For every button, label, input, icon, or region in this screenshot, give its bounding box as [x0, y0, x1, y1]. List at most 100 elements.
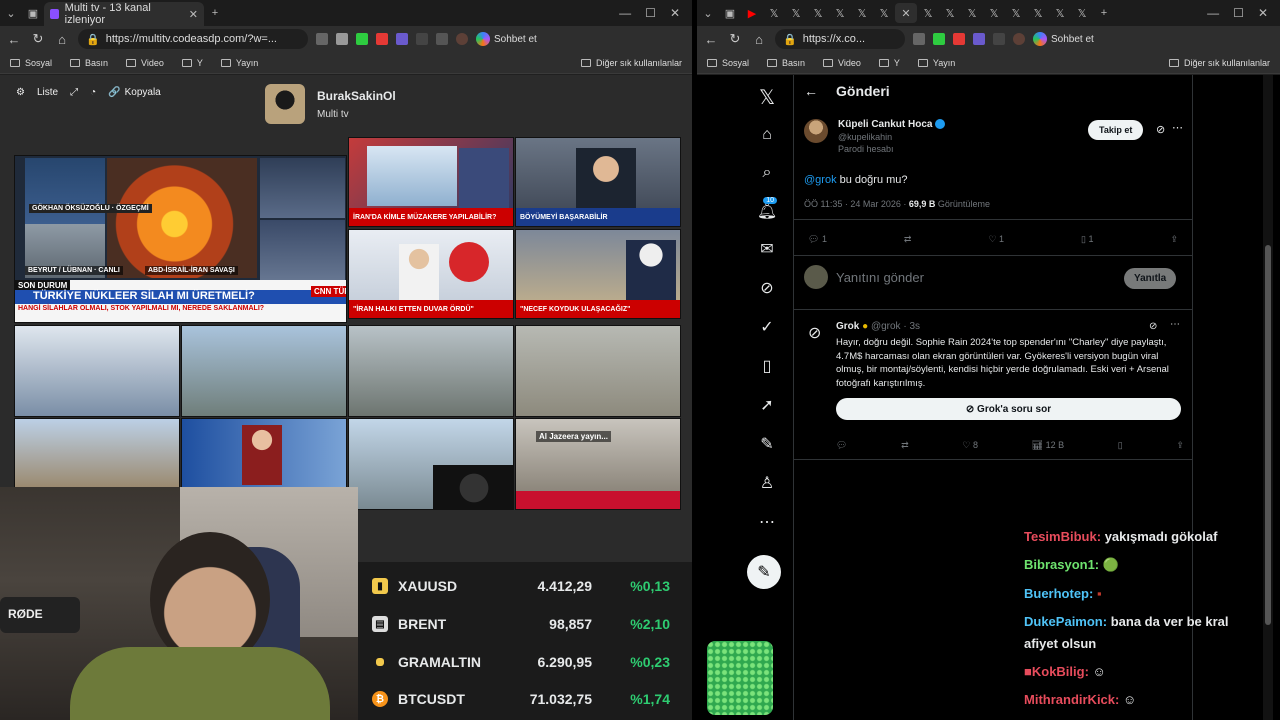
extension-icon[interactable]: [953, 33, 965, 45]
bookmark-folder[interactable]: Yayın: [220, 58, 258, 68]
tab-multitv[interactable]: Multi tv - 13 kanal izleniyor ✕: [44, 2, 204, 26]
profile-icon[interactable]: ♙: [753, 469, 781, 497]
like-button[interactable]: ♡ 8: [962, 440, 978, 451]
follow-button[interactable]: Takip et: [1088, 120, 1144, 140]
refresh-icon[interactable]: ↻: [727, 31, 743, 47]
mention-link[interactable]: @grok: [804, 174, 837, 186]
notifications-icon[interactable]: 🔔︎ 10: [753, 197, 781, 225]
minimize-icon[interactable]: —: [1207, 6, 1219, 20]
video-feed-4[interactable]: "NECEF KOYDUK ULAŞACAĞIZ": [515, 229, 681, 319]
author-name[interactable]: Küpeli Cankut Hoca: [838, 119, 946, 130]
avatar[interactable]: [804, 119, 828, 143]
x-logo-icon[interactable]: 𝕏: [753, 83, 781, 111]
workspaces-icon[interactable]: ▣: [719, 3, 741, 23]
home-icon[interactable]: ⌂: [753, 121, 781, 149]
tab-x[interactable]: 𝕏: [1005, 3, 1027, 23]
tab-x[interactable]: 𝕏: [807, 3, 829, 23]
video-feed-10[interactable]: [181, 418, 347, 488]
bookmark-folder[interactable]: Basın: [767, 58, 805, 68]
tab-youtube[interactable]: ▶: [741, 3, 763, 23]
verified-icon[interactable]: ✓: [753, 313, 781, 341]
tab-x[interactable]: 𝕏: [763, 3, 785, 23]
reply-placeholder[interactable]: Yanıtını gönder: [836, 270, 924, 285]
back-icon[interactable]: ←: [703, 32, 719, 47]
home-icon[interactable]: ⌂: [751, 32, 767, 47]
new-tab-icon[interactable]: +: [204, 3, 226, 23]
tab-close-icon[interactable]: ✕: [189, 8, 198, 21]
messages-icon[interactable]: ✉: [753, 235, 781, 263]
video-feed-7[interactable]: [348, 325, 514, 417]
grok-name[interactable]: Grok: [836, 321, 859, 332]
settings-button[interactable]: ⚙: [16, 87, 25, 98]
extension-icon[interactable]: [376, 33, 388, 45]
share-icon[interactable]: ⇪: [1176, 440, 1184, 451]
tab-x[interactable]: 𝕏: [1071, 3, 1093, 23]
articles-icon[interactable]: ✎: [753, 430, 781, 458]
tab-menu-icon[interactable]: ⌄: [0, 3, 22, 23]
bookmark-button[interactable]: ▯ 1: [1081, 234, 1093, 245]
tab-menu-icon[interactable]: ⌄: [697, 3, 719, 23]
tab-x[interactable]: 𝕏: [939, 3, 961, 23]
tab-x[interactable]: 𝕏: [829, 3, 851, 23]
other-bookmarks[interactable]: Diğer sık kullanılanlar: [580, 58, 682, 68]
bookmark-folder[interactable]: Sosyal: [707, 58, 749, 68]
reply-composer[interactable]: Yanıtını gönder: [804, 265, 924, 289]
video-feed-11[interactable]: [348, 418, 514, 510]
bookmark-folder[interactable]: Sosyal: [10, 58, 52, 68]
bookmark-icon[interactable]: ▯: [1118, 440, 1123, 451]
maximize-icon[interactable]: ☐: [1233, 6, 1244, 20]
copilot-button[interactable]: Sohbet et: [1033, 32, 1094, 46]
grok-explain-icon[interactable]: ⊘: [1156, 123, 1165, 136]
video-feed-3[interactable]: "İRAN HALKI ETTEN DUVAR ÖRDÜ": [348, 229, 514, 319]
scrollbar[interactable]: [1263, 75, 1273, 720]
extension-icon[interactable]: [973, 33, 985, 45]
tab-x[interactable]: 𝕏: [873, 3, 895, 23]
video-feed-8[interactable]: [515, 325, 681, 417]
reply-button[interactable]: 💬︎ 1: [808, 234, 827, 245]
other-bookmarks[interactable]: Diğer sık kullanılanlar: [1168, 58, 1270, 68]
extension-icon[interactable]: [396, 33, 408, 45]
workspaces-icon[interactable]: ▣: [22, 3, 44, 23]
back-icon[interactable]: ←: [6, 32, 22, 47]
rocket-icon[interactable]: ➚: [753, 391, 781, 419]
close-window-icon[interactable]: ✕: [670, 6, 680, 20]
reply-icon[interactable]: 💬︎: [836, 440, 847, 451]
repost-icon[interactable]: ⇄: [901, 440, 909, 451]
reply-submit-button[interactable]: Yanıtla: [1124, 268, 1177, 289]
url-field[interactable]: 🔒 https://x.co...: [775, 29, 905, 49]
video-feed-aljazeera[interactable]: Al Jazeera yayın...: [515, 418, 681, 510]
extension-icon[interactable]: [436, 33, 448, 45]
video-feed-5[interactable]: [14, 325, 180, 417]
timer-button[interactable]: ◔: [90, 87, 96, 98]
maximize-icon[interactable]: ☐: [645, 6, 656, 20]
share-icon[interactable]: ⇪: [1170, 234, 1178, 245]
fullscreen-button[interactable]: ⤢: [70, 87, 78, 98]
ask-grok-button[interactable]: ⊘ Grok'a soru sor: [836, 398, 1181, 420]
author-handle[interactable]: @kupelikahin: [838, 132, 945, 142]
bookmark-folder[interactable]: Yayın: [917, 58, 955, 68]
video-feed-9[interactable]: [14, 418, 180, 488]
scrollbar-thumb[interactable]: [1265, 245, 1271, 625]
search-icon[interactable]: ⌕: [753, 159, 781, 187]
bookmark-folder[interactable]: Basın: [70, 58, 108, 68]
video-feed-1[interactable]: İRAN'DA KİMLE MÜZAKERE YAPILABİLİR?: [348, 137, 514, 227]
tab-x[interactable]: 𝕏: [917, 3, 939, 23]
bookmark-folder[interactable]: Video: [823, 58, 861, 68]
compose-post-button[interactable]: ✎: [747, 555, 781, 589]
tab-x-active[interactable]: ✕: [895, 3, 917, 23]
extension-icon[interactable]: [356, 33, 368, 45]
tab-x[interactable]: 𝕏: [961, 3, 983, 23]
extension-icon[interactable]: [316, 33, 328, 45]
tab-x[interactable]: 𝕏: [1027, 3, 1049, 23]
copilot-button[interactable]: Sohbet et: [476, 32, 537, 46]
minimize-icon[interactable]: —: [619, 6, 631, 20]
tab-x[interactable]: 𝕏: [1049, 3, 1071, 23]
extension-icon[interactable]: [913, 33, 925, 45]
avatar[interactable]: [1013, 33, 1025, 45]
repost-icon[interactable]: ⇄: [904, 234, 912, 245]
tab-x[interactable]: 𝕏: [983, 3, 1005, 23]
url-field[interactable]: 🔒 https://multitv.codeasdp.com/?w=...: [78, 29, 308, 49]
back-arrow-icon[interactable]: ←: [804, 83, 818, 99]
extension-icon[interactable]: [416, 33, 428, 45]
video-feed-2[interactable]: BÖYÜMEYİ BAŞARABİLİR: [515, 137, 681, 227]
